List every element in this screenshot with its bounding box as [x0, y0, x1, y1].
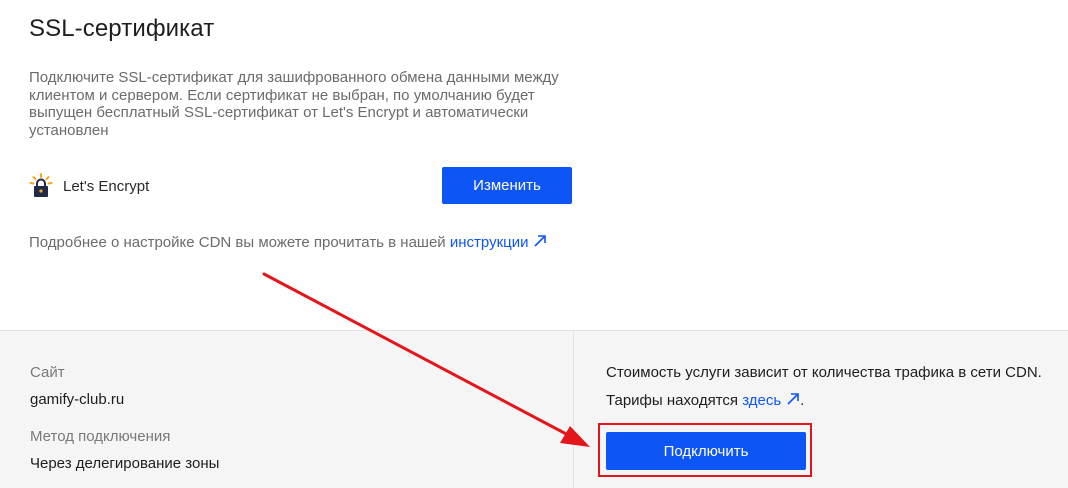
summary-panel: Сайт gamify-club.ru Метод подключения Че…	[0, 330, 1068, 488]
external-link-arrow-icon	[533, 234, 547, 248]
panel-divider	[573, 331, 574, 488]
tariffs-text: Тарифы находятся	[606, 392, 743, 409]
certificate-row: Let's Encrypt	[29, 172, 149, 200]
tariffs-info: Тарифы находятся здесь.	[606, 392, 804, 409]
site-label: Сайт	[30, 364, 65, 381]
instructions-note: Подробнее о настройке CDN вы можете проч…	[29, 234, 547, 251]
tariffs-suffix: .	[800, 392, 805, 409]
tariffs-link-label: здесь	[742, 392, 782, 409]
ssl-description: Подключите SSL-сертификат для зашифрован…	[29, 69, 559, 139]
instructions-link-label: инструкции	[449, 234, 529, 251]
site-value: gamify-club.ru	[30, 391, 125, 408]
tariffs-link[interactable]: здесь	[742, 392, 800, 409]
instructions-link[interactable]: инструкции	[450, 234, 548, 251]
method-value: Через делегирование зоны	[30, 455, 220, 472]
padlock-sun-icon	[29, 173, 53, 199]
external-link-arrow-icon	[786, 392, 800, 406]
cost-info: Стоимость услуги зависит от количества т…	[606, 364, 1042, 381]
change-certificate-button[interactable]: Изменить	[442, 167, 572, 204]
instructions-text: Подробнее о настройке CDN вы можете проч…	[29, 234, 450, 251]
method-label: Метод подключения	[30, 428, 171, 445]
certificate-name: Let's Encrypt	[63, 177, 150, 195]
ssl-section-title: SSL-сертификат	[29, 15, 215, 42]
connect-button[interactable]: Подключить	[606, 432, 806, 470]
